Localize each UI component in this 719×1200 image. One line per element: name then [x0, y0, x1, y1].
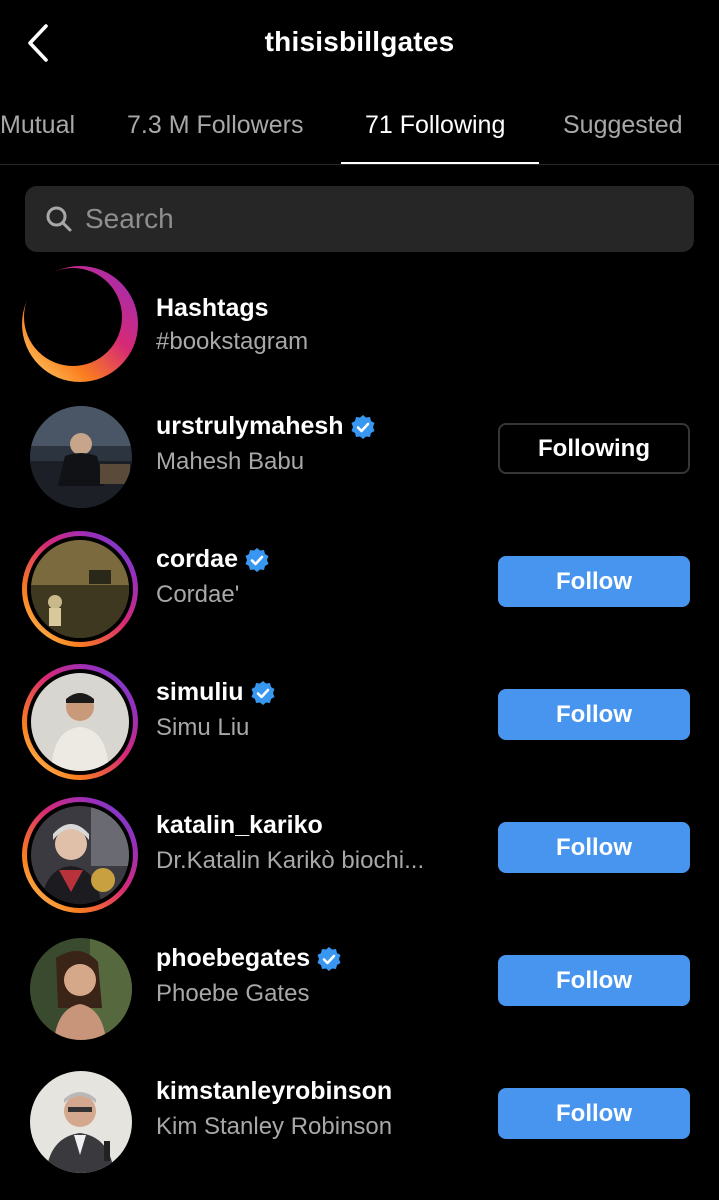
account-row[interactable]: katalin_kariko Dr.Katalin Karikò biochi.… [0, 789, 719, 922]
hashtag-avatar [22, 266, 138, 382]
following-button[interactable]: Following [498, 423, 690, 474]
account-row[interactable]: phoebegates Phoebe Gates Follow [0, 922, 719, 1055]
account-username: katalin_kariko [156, 811, 323, 839]
profile-photo [30, 938, 132, 1040]
account-username: kimstanleyrobinson [156, 1077, 393, 1105]
hashtags-row[interactable]: Hashtags #bookstagram [0, 258, 719, 391]
account-row[interactable]: cordae Cordae' Follow [0, 523, 719, 656]
follow-button[interactable]: Follow [498, 955, 690, 1006]
tab-mutual[interactable]: Mutual [0, 88, 75, 164]
tab-following[interactable]: 71 Following [365, 88, 505, 164]
account-username: simuliu [156, 678, 244, 706]
profile-photo [30, 406, 132, 508]
account-username: urstrulymahesh [156, 412, 344, 440]
profile-photo [31, 540, 129, 638]
avatar[interactable] [22, 797, 138, 913]
account-full-name: Mahesh Babu [156, 448, 305, 475]
account-row[interactable]: kimstanleyrobinson Kim Stanley Robinson … [0, 1055, 719, 1188]
search-input[interactable] [85, 203, 645, 235]
avatar[interactable] [22, 664, 138, 780]
follow-button[interactable]: Follow [498, 689, 690, 740]
verified-badge-icon [244, 547, 270, 573]
verified-badge-icon [250, 680, 276, 706]
search-icon [45, 205, 73, 233]
account-username: phoebegates [156, 944, 311, 972]
hashtag-icon [50, 294, 96, 340]
profile-photo [31, 673, 129, 771]
account-row[interactable]: urstrulymahesh Mahesh Babu Following [0, 390, 719, 523]
avatar[interactable] [22, 1063, 138, 1179]
profile-photo [30, 1071, 132, 1173]
active-tab-indicator [341, 162, 539, 164]
profile-photo [31, 806, 129, 904]
account-full-name: Simu Liu [156, 714, 250, 741]
account-full-name: Cordae' [156, 581, 240, 608]
tab-followers[interactable]: 7.3 M Followers [127, 88, 303, 164]
hashtags-title: Hashtags [156, 294, 269, 322]
top-bar: thisisbillgates [0, 0, 719, 88]
tab-suggested[interactable]: Suggested [563, 88, 683, 164]
avatar[interactable] [22, 398, 138, 514]
page-title: thisisbillgates [264, 26, 455, 57]
follow-button[interactable]: Follow [498, 822, 690, 873]
follow-button[interactable]: Follow [498, 1088, 690, 1139]
search-bar[interactable] [25, 186, 694, 252]
avatar[interactable] [22, 930, 138, 1046]
account-full-name: Dr.Katalin Karikò biochi... [156, 847, 425, 874]
avatar[interactable] [22, 531, 138, 647]
hashtags-subtitle: #bookstagram [156, 328, 309, 355]
account-full-name: Phoebe Gates [156, 980, 310, 1007]
tab-bar: Mutual 7.3 M Followers 71 Following Sugg… [0, 88, 719, 165]
verified-badge-icon [350, 414, 376, 440]
account-row[interactable]: simuliu Simu Liu Follow [0, 656, 719, 789]
verified-badge-icon [316, 946, 342, 972]
follow-button[interactable]: Follow [498, 556, 690, 607]
account-username: cordae [156, 545, 238, 573]
account-full-name: Kim Stanley Robinson [156, 1113, 393, 1140]
